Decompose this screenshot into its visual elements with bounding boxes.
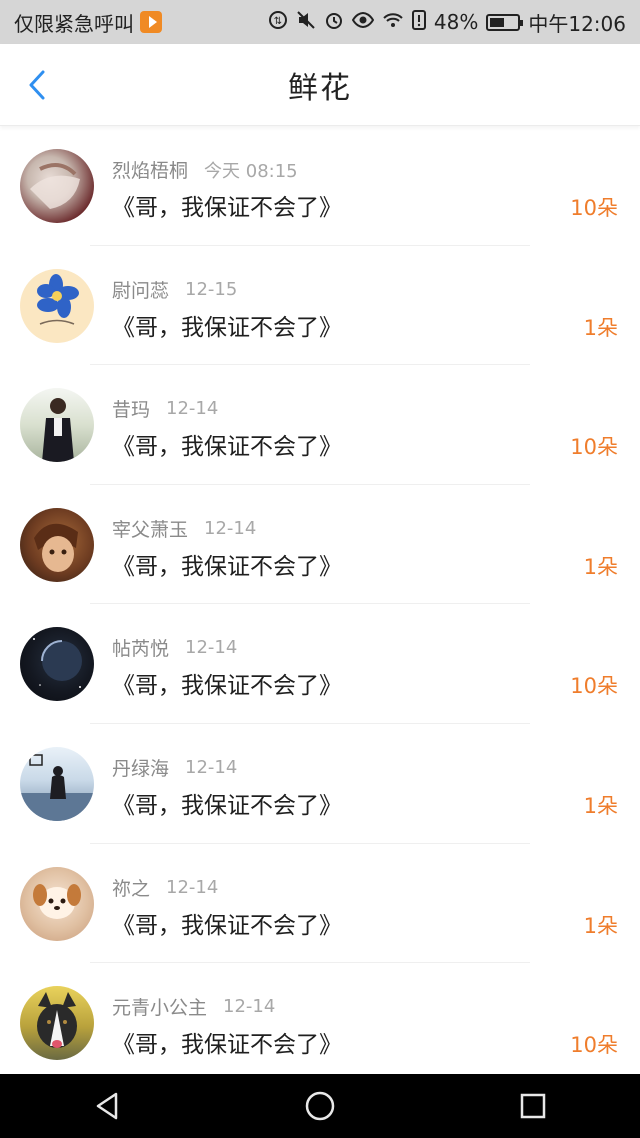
sent-time: 12-14 — [204, 517, 257, 539]
nav-home-button[interactable] — [290, 1076, 350, 1136]
list-item[interactable]: 帖芮悦 12-14 《哥，我保证不会了》 10朵 — [0, 604, 640, 724]
sender-name: 烈焰梧桐 — [112, 160, 189, 182]
item-meta: 昔玛 12-14 — [112, 395, 218, 422]
svg-text:⇅: ⇅ — [274, 16, 282, 27]
home-circle-icon — [305, 1091, 335, 1121]
chevron-left-icon — [29, 70, 45, 100]
message-title: 《哥，我保证不会了》 — [112, 553, 342, 580]
list-item[interactable]: 元青小公主 12-14 《哥，我保证不会了》 10朵 — [0, 963, 640, 1074]
message-title: 《哥，我保证不会了》 — [112, 1032, 342, 1059]
flower-count: 10朵 — [570, 1033, 618, 1058]
nav-back-button[interactable] — [77, 1076, 137, 1136]
message-title: 《哥，我保证不会了》 — [112, 792, 342, 819]
sent-time: 12-14 — [185, 756, 238, 778]
message-title: 《哥，我保证不会了》 — [112, 673, 342, 700]
sent-time: 12-14 — [223, 996, 276, 1018]
item-meta: 丹绿海 12-14 — [112, 754, 237, 781]
battery-percent: 48% — [433, 10, 479, 34]
message-title: 《哥，我保证不会了》 — [112, 434, 342, 461]
back-button[interactable] — [20, 68, 54, 102]
wifi-icon — [382, 10, 404, 34]
avatar[interactable] — [20, 507, 94, 582]
item-meta: 烈焰梧桐 今天 08:15 — [112, 156, 298, 183]
list-item[interactable]: 祢之 12-14 《哥，我保证不会了》 1朵 — [0, 844, 640, 964]
status-bar: 仅限紧急呼叫 ⇅ 48% 中午12:06 — [0, 0, 640, 44]
flower-count: 1朵 — [583, 793, 618, 818]
list-item[interactable]: 烈焰梧桐 今天 08:15 《哥，我保证不会了》 10朵 — [0, 126, 640, 246]
avatar[interactable] — [20, 986, 94, 1061]
status-left: 仅限紧急呼叫 — [14, 8, 162, 37]
flower-count: 10朵 — [570, 435, 618, 460]
message-title: 《哥，我保证不会了》 — [112, 195, 342, 221]
sent-time: 12-14 — [166, 876, 219, 898]
flower-gift-list[interactable]: 烈焰梧桐 今天 08:15 《哥，我保证不会了》 10朵 尉问蕊 12-15 《… — [0, 126, 640, 1074]
navigation-bar — [0, 1074, 640, 1138]
sent-time: 12-14 — [166, 398, 219, 420]
sent-time: 12-15 — [185, 278, 238, 300]
avatar[interactable] — [20, 268, 94, 343]
avatar[interactable] — [20, 746, 94, 821]
status-right: ⇅ 48% 中午12:06 — [268, 8, 626, 37]
item-meta: 帖芮悦 12-14 — [112, 634, 237, 661]
eye-icon — [351, 10, 375, 34]
sender-name: 祢之 — [112, 877, 151, 900]
play-icon — [140, 11, 162, 33]
list-item[interactable]: 昔玛 12-14 《哥，我保证不会了》 10朵 — [0, 365, 640, 485]
carrier-text: 仅限紧急呼叫 — [14, 11, 134, 36]
item-meta: 尉问蕊 12-15 — [112, 276, 237, 303]
item-meta: 元青小公主 12-14 — [112, 993, 275, 1020]
recents-square-icon — [521, 1093, 546, 1119]
avatar[interactable] — [20, 388, 94, 463]
item-meta: 祢之 12-14 — [112, 874, 218, 901]
sent-time: 12-14 — [185, 637, 238, 659]
alarm-icon — [324, 10, 344, 34]
flower-count: 10朵 — [570, 196, 618, 220]
battery-icon — [486, 13, 524, 31]
data-saver-icon: ⇅ — [268, 10, 288, 34]
flower-count: 1朵 — [583, 913, 618, 938]
sent-time: 今天 08:15 — [204, 160, 298, 182]
avatar[interactable] — [20, 627, 94, 702]
sender-name: 昔玛 — [112, 399, 151, 422]
message-title: 《哥，我保证不会了》 — [112, 314, 342, 341]
flower-count: 1朵 — [583, 554, 618, 579]
sender-name: 帖芮悦 — [112, 638, 170, 661]
flower-count: 1朵 — [583, 315, 618, 340]
sender-name: 宰父萧玉 — [112, 518, 189, 541]
sender-name: 丹绿海 — [112, 757, 170, 780]
avatar[interactable] — [20, 866, 94, 941]
list-item[interactable]: 尉问蕊 12-15 《哥，我保证不会了》 1朵 — [0, 246, 640, 366]
back-triangle-icon — [96, 1092, 117, 1120]
sender-name: 元青小公主 — [112, 997, 208, 1020]
clock: 中午12:06 — [528, 11, 626, 36]
header: 鲜花 — [0, 44, 640, 126]
avatar[interactable] — [20, 149, 94, 223]
list-item[interactable]: 丹绿海 12-14 《哥，我保证不会了》 1朵 — [0, 724, 640, 844]
sim-alert-icon — [411, 10, 426, 34]
flower-count: 10朵 — [570, 674, 618, 699]
mute-icon — [296, 10, 316, 34]
sender-name: 尉问蕊 — [112, 279, 170, 302]
list-item[interactable]: 宰父萧玉 12-14 《哥，我保证不会了》 1朵 — [0, 485, 640, 605]
nav-recents-button[interactable] — [503, 1076, 563, 1136]
message-title: 《哥，我保证不会了》 — [112, 912, 342, 939]
item-meta: 宰父萧玉 12-14 — [112, 515, 256, 542]
page-title: 鲜花 — [288, 70, 352, 106]
